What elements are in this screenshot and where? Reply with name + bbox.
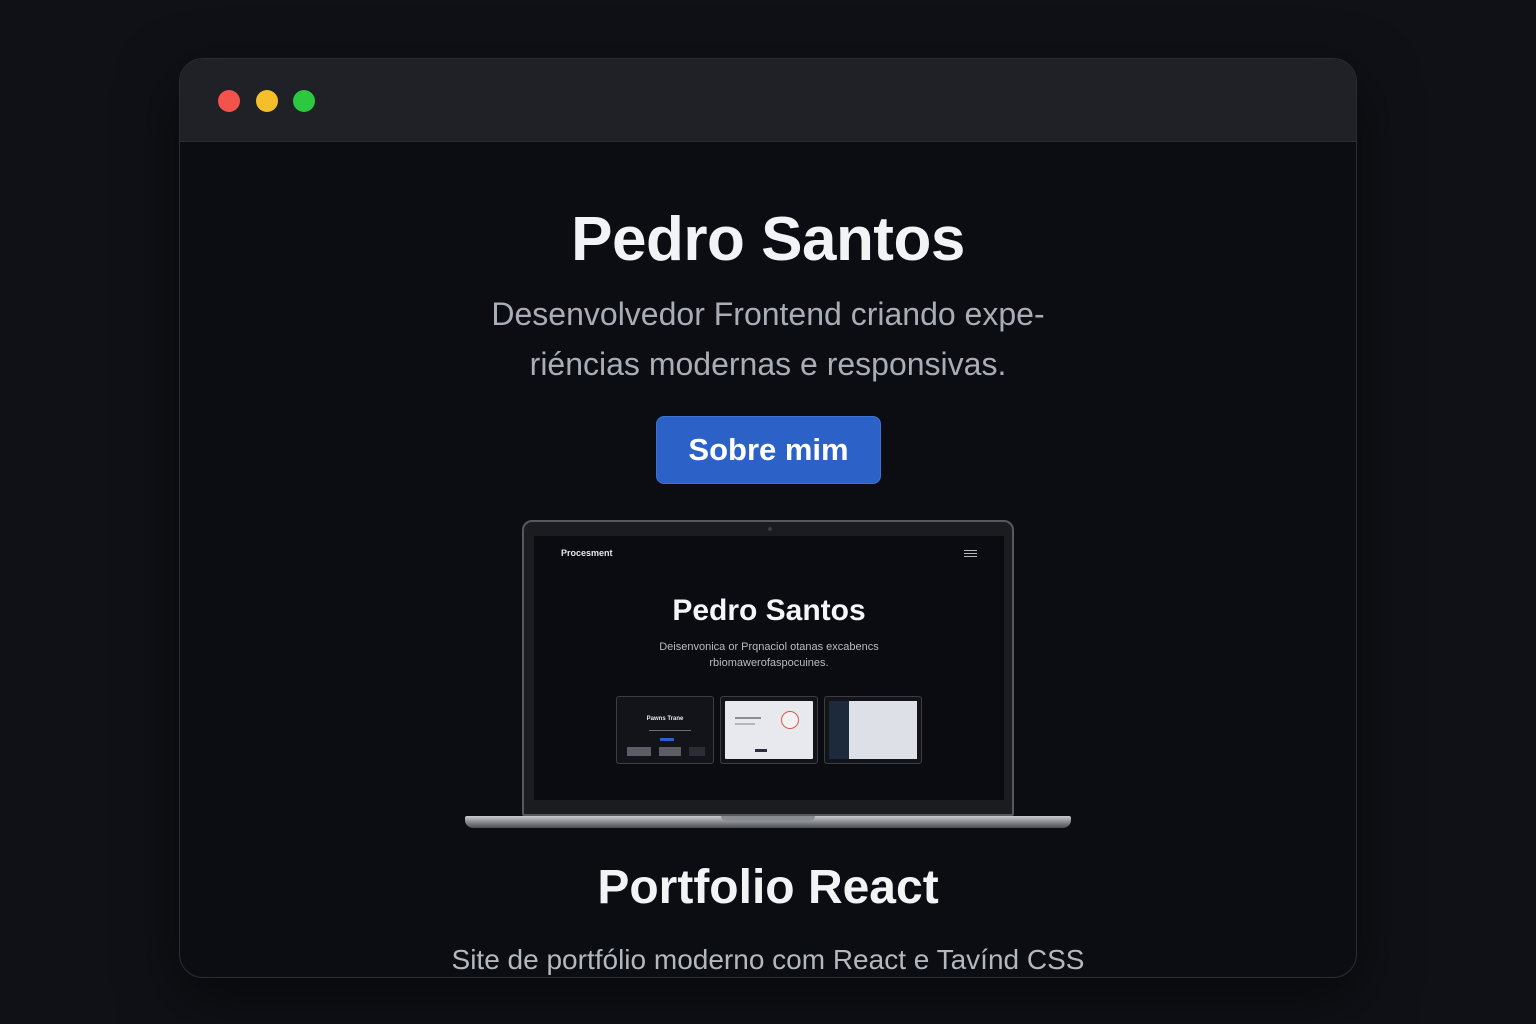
laptop-screen: Procesment Pedro Santos Deisenvonica or … xyxy=(534,536,1004,800)
laptop-notch xyxy=(721,816,815,821)
preview-subtitle: Deisenvonica or Prqnaciol otanas excaben… xyxy=(659,641,879,669)
preview-thumbnail: Pawns Trane xyxy=(616,696,714,764)
thumbnail-label: Pawns Trane xyxy=(646,716,684,722)
preview-nav-label: Procesment xyxy=(561,548,613,558)
hero-title: Pedro Santos xyxy=(571,205,965,274)
project-description: Site de portfólio moderno com React e Ta… xyxy=(451,944,1085,975)
project-title: Portfolio React xyxy=(597,861,939,914)
camera-icon xyxy=(768,527,772,531)
preview-thumbnail xyxy=(720,696,818,764)
preview-thumbnail xyxy=(824,696,922,764)
close-window-button[interactable] xyxy=(218,90,240,112)
preview-thumbnails: Pawns Trane xyxy=(616,696,922,764)
maximize-window-button[interactable] xyxy=(293,90,315,112)
laptop-lid: Procesment Pedro Santos Deisenvonica or … xyxy=(522,520,1014,816)
hamburger-menu-icon xyxy=(964,550,977,559)
hero-subtitle: Desenvolvedor Frontend criando expe- rié… xyxy=(491,296,1045,382)
logo-icon xyxy=(781,711,799,729)
minimize-window-button[interactable] xyxy=(256,90,278,112)
window-titlebar xyxy=(180,59,1356,142)
preview-title: Pedro Santos xyxy=(672,594,866,627)
browser-window: Pedro Santos Desenvolvedor Frontend cria… xyxy=(179,58,1357,978)
project-preview-laptop[interactable]: Procesment Pedro Santos Deisenvonica or … xyxy=(465,520,1071,832)
about-me-button[interactable]: Sobre mim xyxy=(656,416,881,484)
